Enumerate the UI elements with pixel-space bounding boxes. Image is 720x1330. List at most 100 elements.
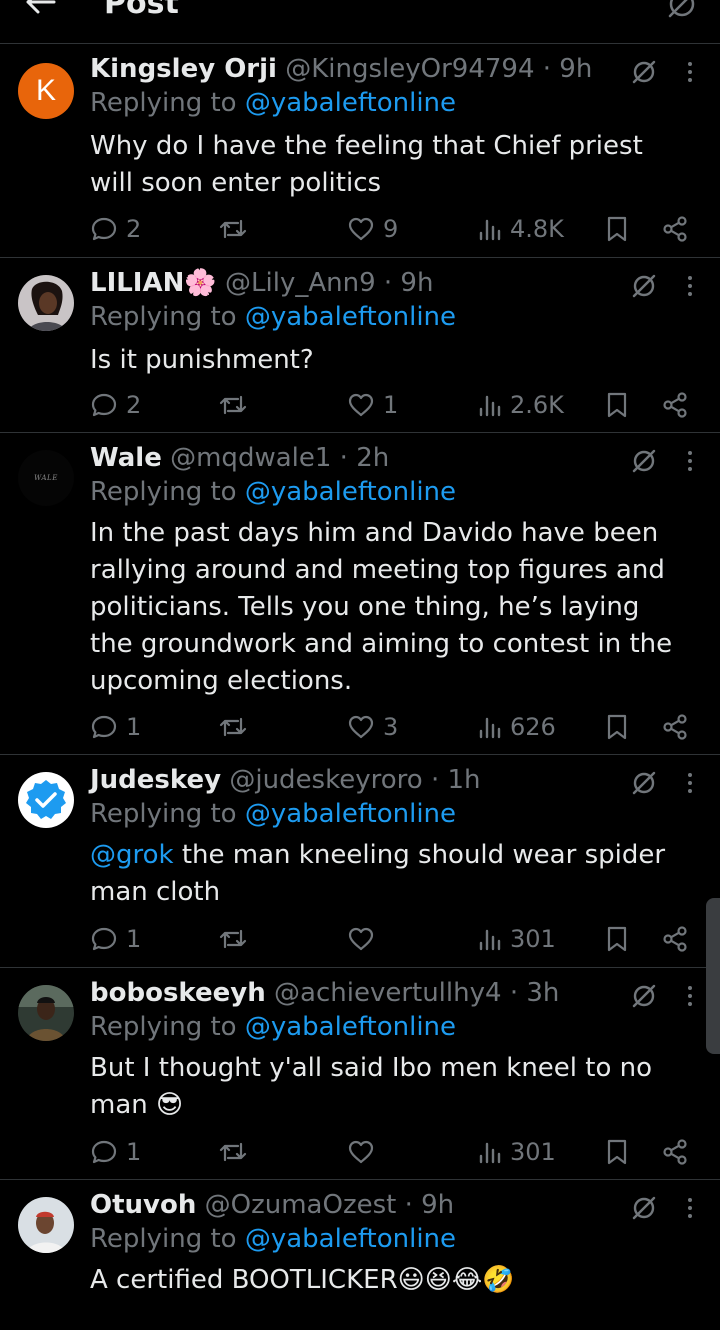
like-button[interactable]: 3 <box>347 710 398 744</box>
repost-button[interactable] <box>218 388 248 422</box>
reply-text: Is it punishment? <box>90 345 314 375</box>
bookmark-button[interactable] <box>606 212 628 246</box>
repost-icon <box>219 1142 247 1162</box>
grok-icon[interactable] <box>630 982 658 1010</box>
like-button[interactable] <box>347 922 375 956</box>
display-name[interactable]: boboskeeyh <box>90 978 266 1008</box>
share-button[interactable] <box>662 1135 688 1169</box>
replying-to-link[interactable]: @yabaleftonline <box>245 1224 456 1254</box>
reply-button[interactable]: 2 <box>90 212 141 246</box>
grok-icon[interactable] <box>630 58 658 86</box>
top-bar: Post <box>0 0 720 44</box>
grok-icon[interactable] <box>630 1194 658 1222</box>
avatar[interactable] <box>18 772 74 828</box>
reply-text: But I thought y'all said Ibo men kneel t… <box>90 1053 653 1120</box>
grok-icon[interactable] <box>630 769 658 797</box>
timestamp: · 9h <box>383 268 434 298</box>
bookmark-button[interactable] <box>606 1135 628 1169</box>
more-icon[interactable] <box>682 984 698 1008</box>
like-button[interactable] <box>347 1135 375 1169</box>
replying-to-link[interactable]: @yabaleftonline <box>245 302 456 332</box>
views-button[interactable]: 626 <box>478 710 556 744</box>
like-button[interactable]: 9 <box>347 212 398 246</box>
share-button[interactable] <box>662 212 688 246</box>
handle[interactable]: @mqdwale1 <box>170 443 331 473</box>
handle[interactable]: @Lily_Ann9 <box>225 268 376 298</box>
more-icon[interactable] <box>682 449 698 473</box>
views-icon <box>479 219 501 241</box>
reply-button[interactable]: 1 <box>90 922 141 956</box>
reply-item[interactable]: WALE Wale @mqdwale1 · 2h Replying to @ya… <box>0 433 720 755</box>
display-name[interactable]: Otuvoh <box>90 1190 196 1220</box>
bookmark-button[interactable] <box>606 922 628 956</box>
reply-count: 2 <box>126 391 142 419</box>
handle[interactable]: @KingsleyOr94794 <box>285 54 534 84</box>
reply-button[interactable]: 2 <box>90 388 141 422</box>
reply-item[interactable]: Otuvoh @OzumaOzest · 9h Replying to @yab… <box>0 1180 720 1330</box>
repost-button[interactable] <box>218 212 248 246</box>
reply-item[interactable]: LILIAN🌸 @Lily_Ann9 · 9h Replying to @yab… <box>0 258 720 433</box>
back-arrow-icon[interactable] <box>22 0 58 20</box>
reply-count: 1 <box>126 925 142 953</box>
grok-icon[interactable] <box>630 447 658 475</box>
replying-to-link[interactable]: @yabaleftonline <box>245 799 456 829</box>
reply-item[interactable]: K Kingsley Orji @KingsleyOr94794 · 9h Re… <box>0 44 720 258</box>
display-name[interactable]: Wale <box>90 443 162 473</box>
grok-mention-link[interactable]: @grok <box>90 840 174 870</box>
reply-text: @grok the man kneeling should wear spide… <box>90 837 690 911</box>
repost-button[interactable] <box>218 922 248 956</box>
like-button[interactable]: 1 <box>347 388 398 422</box>
view-count: 626 <box>510 713 556 741</box>
reply-icon <box>91 1140 117 1164</box>
handle[interactable]: @OzumaOzest <box>205 1190 397 1220</box>
bookmark-icon <box>607 926 627 952</box>
more-icon[interactable] <box>682 1196 698 1220</box>
display-name[interactable]: Kingsley Orji <box>90 54 277 84</box>
reply-button[interactable]: 1 <box>90 710 141 744</box>
more-icon[interactable] <box>682 771 698 795</box>
like-icon <box>348 715 374 739</box>
share-button[interactable] <box>662 388 688 422</box>
handle[interactable]: @judeskeyroro <box>229 765 422 795</box>
replying-to-link[interactable]: @yabaleftonline <box>245 477 456 507</box>
reply-icon <box>91 715 117 739</box>
share-button[interactable] <box>662 922 688 956</box>
more-icon[interactable] <box>682 60 698 84</box>
display-name[interactable]: LILIAN🌸 <box>90 268 217 298</box>
avatar[interactable] <box>18 1197 74 1253</box>
reply-item[interactable]: boboskeeyh @achievertullhy4 · 3h Replyin… <box>0 968 720 1180</box>
views-button[interactable]: 301 <box>478 1135 556 1169</box>
bookmark-icon <box>607 392 627 418</box>
views-button[interactable]: 2.6K <box>478 388 564 422</box>
replying-to-label: Replying to <box>90 477 237 507</box>
grok-icon[interactable] <box>630 272 658 300</box>
share-icon <box>663 926 687 952</box>
reply-item[interactable]: Judeskey @judeskeyroro · 1h Replying to … <box>0 755 720 968</box>
views-button[interactable]: 301 <box>478 922 556 956</box>
repost-button[interactable] <box>218 710 248 744</box>
bookmark-button[interactable] <box>606 388 628 422</box>
display-name[interactable]: Judeskey <box>90 765 221 795</box>
bookmark-icon <box>607 216 627 242</box>
share-icon <box>663 216 687 242</box>
avatar[interactable] <box>18 275 74 331</box>
avatar[interactable] <box>18 985 74 1041</box>
views-button[interactable]: 4.8K <box>478 212 564 246</box>
reply-button[interactable]: 1 <box>90 1135 141 1169</box>
avatar[interactable]: K <box>18 63 74 119</box>
replying-to-link[interactable]: @yabaleftonline <box>245 88 456 118</box>
grok-icon[interactable] <box>666 0 698 20</box>
repost-icon <box>219 395 247 415</box>
scrollbar[interactable] <box>706 898 720 1054</box>
avatar[interactable]: WALE <box>18 450 74 506</box>
repost-button[interactable] <box>218 1135 248 1169</box>
timestamp: · 9h <box>404 1190 455 1220</box>
like-count: 1 <box>383 391 399 419</box>
bookmark-button[interactable] <box>606 710 628 744</box>
replying-to-link[interactable]: @yabaleftonline <box>245 1012 456 1042</box>
reply-count: 1 <box>126 713 142 741</box>
share-button[interactable] <box>662 710 688 744</box>
more-icon[interactable] <box>682 274 698 298</box>
handle[interactable]: @achievertullhy4 <box>274 978 502 1008</box>
like-icon <box>348 1140 374 1164</box>
